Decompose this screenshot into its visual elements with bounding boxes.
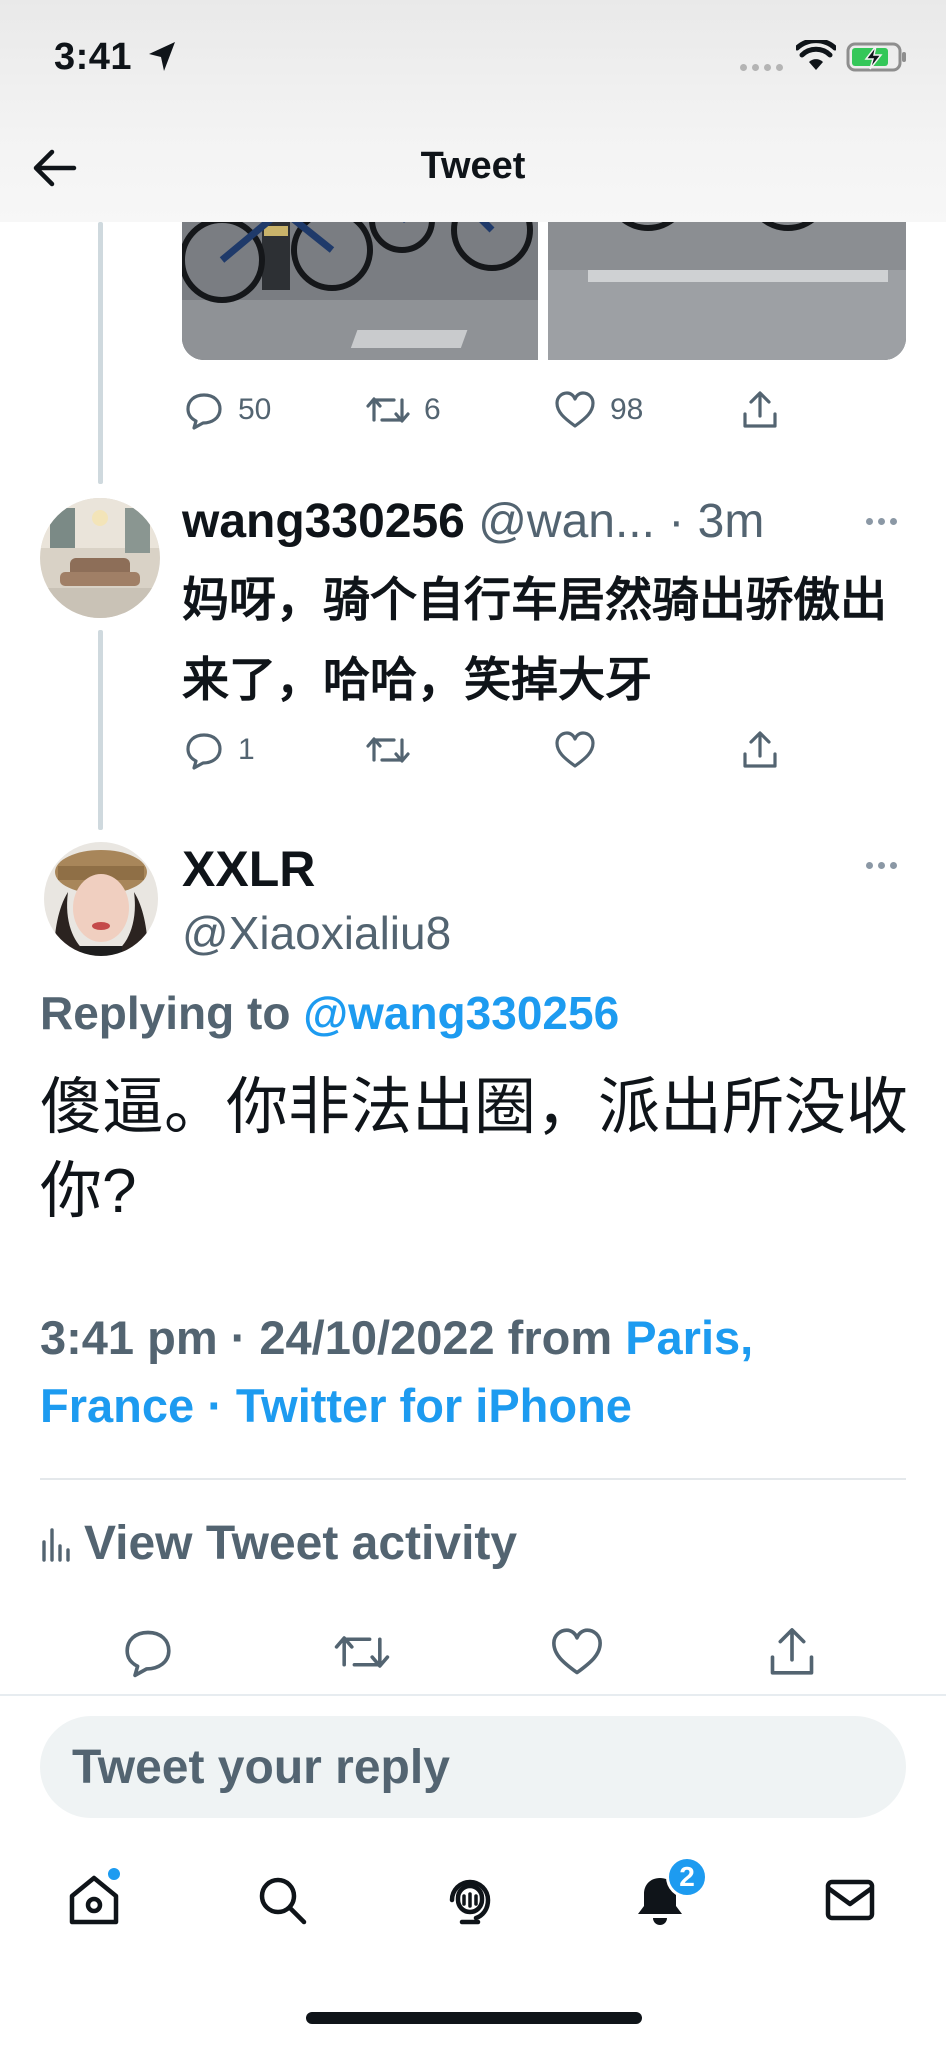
wifi-icon bbox=[796, 40, 836, 70]
client-link[interactable]: Twitter for iPhone bbox=[236, 1379, 632, 1432]
replying-to-link[interactable]: @wang330256 bbox=[303, 987, 619, 1039]
reply-icon bbox=[186, 393, 222, 430]
notification-count-badge: 2 bbox=[666, 1856, 708, 1898]
living-room-avatar-image bbox=[40, 498, 160, 618]
reply-count: 1 bbox=[238, 733, 255, 766]
top-bar: 3:41 Tweet bbox=[0, 0, 946, 222]
retweet-count: 6 bbox=[424, 393, 441, 426]
divider bbox=[40, 1478, 906, 1480]
tab-search[interactable] bbox=[254, 1872, 310, 1933]
heart-icon bbox=[555, 391, 595, 428]
page-title: Tweet bbox=[420, 145, 526, 187]
separator-dot: · bbox=[654, 495, 698, 548]
reply-tweet-actions: 1 bbox=[0, 730, 946, 776]
search-icon bbox=[259, 1877, 307, 1925]
share-icon bbox=[743, 391, 777, 428]
more-options-icon[interactable] bbox=[866, 518, 897, 525]
avatar[interactable] bbox=[44, 842, 158, 956]
display-name[interactable]: XXLR bbox=[182, 840, 315, 898]
battery-charging-icon bbox=[846, 42, 906, 72]
divider bbox=[0, 1694, 946, 1696]
separator-dot: · bbox=[194, 1379, 236, 1432]
view-tweet-activity-button[interactable]: View Tweet activity bbox=[40, 1516, 517, 1571]
retweet-icon bbox=[366, 737, 410, 763]
status-time: 3:41 bbox=[54, 36, 133, 78]
reply-icon bbox=[186, 733, 222, 770]
reply-icon[interactable] bbox=[122, 1626, 174, 1678]
user-handle[interactable]: @Xiaoxialiu8 bbox=[182, 906, 451, 960]
like-button[interactable]: 98 bbox=[554, 390, 643, 430]
like-count: 98 bbox=[610, 393, 644, 426]
reply-count: 50 bbox=[238, 393, 272, 426]
tab-home[interactable] bbox=[66, 1866, 122, 1933]
spaces-microphone-icon bbox=[449, 1879, 491, 1925]
tab-notifications[interactable]: 2 bbox=[632, 1856, 708, 1933]
mail-icon bbox=[825, 1879, 875, 1921]
reply-input-placeholder: Tweet your reply bbox=[72, 1740, 450, 1794]
display-name[interactable]: wang330256 bbox=[182, 495, 465, 548]
replying-to-line: Replying to @wang330256 bbox=[40, 986, 619, 1040]
retweet-button[interactable] bbox=[366, 730, 410, 770]
previous-tweet-actions: 50 6 98 bbox=[0, 390, 946, 436]
tweet-reply-input[interactable]: Tweet your reply bbox=[40, 1716, 906, 1818]
avatar[interactable] bbox=[40, 498, 160, 618]
analytics-bar-icon bbox=[42, 1527, 70, 1562]
activity-label: View Tweet activity bbox=[84, 1517, 518, 1570]
unread-dot-badge bbox=[106, 1866, 122, 1882]
tweet-time: 3m bbox=[697, 495, 765, 548]
reply-button[interactable]: 50 bbox=[184, 390, 271, 430]
tab-spaces[interactable] bbox=[442, 1872, 498, 1933]
reply-tweet-text: 妈呀，骑个自行车居然骑出骄傲出来了，哈哈，笑掉大牙 bbox=[182, 573, 887, 706]
location-arrow-icon bbox=[149, 42, 175, 71]
cellular-signal-icon bbox=[740, 64, 783, 71]
user-handle[interactable]: @wan... bbox=[478, 495, 655, 548]
more-options-icon[interactable] bbox=[866, 862, 897, 869]
retweet-icon bbox=[366, 397, 410, 423]
tab-messages[interactable] bbox=[822, 1872, 878, 1933]
share-icon[interactable] bbox=[766, 1626, 818, 1678]
thread-connector-line bbox=[98, 222, 103, 484]
like-button[interactable] bbox=[554, 730, 596, 770]
share-button[interactable] bbox=[740, 390, 780, 430]
tweet-text: 傻逼。你非法出圈，派出所没收你? bbox=[40, 1073, 909, 1226]
main-tweet-actions bbox=[0, 1626, 946, 1686]
retweet-button[interactable]: 6 bbox=[366, 390, 441, 430]
bottom-tab-bar: 2 bbox=[0, 1850, 946, 1960]
user-avatar-image bbox=[44, 842, 158, 956]
reply-button[interactable]: 1 bbox=[184, 730, 255, 770]
replying-to-label: Replying to bbox=[40, 987, 304, 1039]
home-indicator[interactable] bbox=[306, 2012, 642, 2024]
tweet-timestamp: 3:41 pm · 24/10/2022 from bbox=[40, 1311, 626, 1364]
tweet-metadata: 3:41 pm · 24/10/2022 from Paris, France … bbox=[40, 1304, 920, 1440]
share-icon bbox=[743, 731, 777, 768]
heart-icon bbox=[555, 731, 595, 768]
reply-tweet-header: wang330256 @wan... · 3m bbox=[182, 494, 764, 549]
heart-icon[interactable] bbox=[550, 1626, 604, 1678]
retweet-icon[interactable] bbox=[334, 1626, 390, 1678]
share-button[interactable] bbox=[740, 730, 780, 770]
